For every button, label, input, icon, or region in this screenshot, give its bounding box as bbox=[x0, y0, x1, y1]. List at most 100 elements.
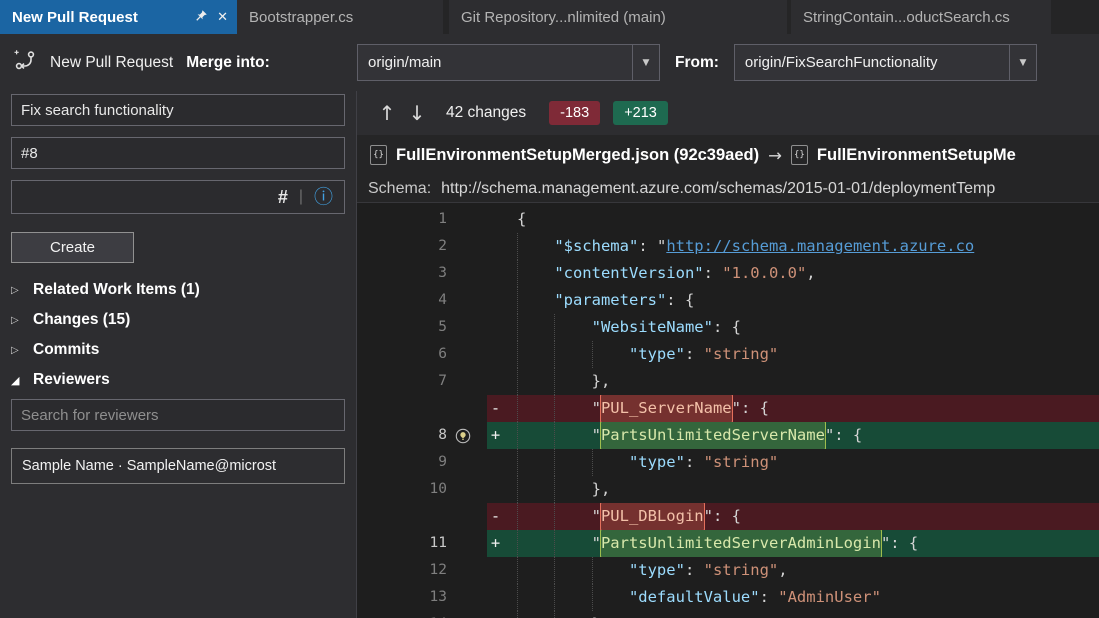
tab-label: Git Repository...nlimited (main) bbox=[461, 8, 666, 26]
line-body: "type": "string" bbox=[487, 449, 1099, 476]
indent-guide bbox=[517, 530, 554, 557]
line-content: "WebsiteName": { bbox=[517, 314, 741, 341]
line-number: 13 bbox=[429, 589, 447, 605]
token-key: "defaultValue" bbox=[628, 588, 760, 606]
indent-guide bbox=[517, 422, 554, 449]
info-icon[interactable]: ⓘ bbox=[314, 187, 333, 207]
indent-guide bbox=[517, 611, 554, 618]
line-body: "contentVersion": "1.0.0.0", bbox=[487, 260, 1099, 287]
line-body: + " PartsUnlimitedServerName ": { bbox=[487, 422, 1099, 449]
pr-title-input[interactable] bbox=[11, 94, 345, 126]
pull-request-header-row: New Pull Request Merge into: origin/main… bbox=[0, 34, 1099, 91]
line-body: "$schema": " http://schema.management.azu… bbox=[487, 233, 1099, 260]
reviewer-item[interactable]: Sample Name · SampleName@microst bbox=[11, 448, 345, 484]
lightbulb-icon[interactable] bbox=[447, 422, 487, 449]
token-str: "string" bbox=[703, 345, 779, 363]
token-hl-added: PartsUnlimitedServerAdminLogin bbox=[600, 530, 881, 557]
line-content: "type": "string" bbox=[517, 449, 778, 476]
bulb-slot bbox=[447, 233, 487, 260]
code-line: 11 + " PartsUnlimitedServerAdminLogin ": { bbox=[357, 530, 1099, 557]
line-body: }, bbox=[487, 476, 1099, 503]
token-punc: " bbox=[591, 399, 601, 417]
indent-guide bbox=[517, 341, 554, 368]
line-number: 5 bbox=[438, 319, 447, 335]
indent-guide bbox=[517, 368, 554, 395]
token-punc: : bbox=[759, 588, 779, 606]
tab-icons: ✕ bbox=[195, 9, 228, 26]
next-change-button[interactable]: ↓ bbox=[402, 101, 432, 125]
line-body: "defaultValue": "AdminUser" bbox=[487, 584, 1099, 611]
bulb-slot bbox=[447, 341, 487, 368]
code-line: - " PUL_DBLogin ": { bbox=[357, 503, 1099, 530]
line-number: 1 bbox=[438, 211, 447, 227]
line-number bbox=[357, 503, 447, 530]
line-body: { bbox=[487, 206, 1099, 233]
section-changes-15[interactable]: ▷ Changes (15) bbox=[11, 305, 345, 335]
line-number: 8 bbox=[438, 427, 447, 443]
pr-description-input[interactable] bbox=[11, 137, 345, 169]
token-punc: " bbox=[591, 534, 601, 552]
line-content: "$schema": " http://schema.management.azu… bbox=[517, 233, 974, 260]
create-button[interactable]: Create bbox=[11, 232, 134, 263]
pin-icon[interactable] bbox=[195, 9, 208, 26]
file-compare-header: {} FullEnvironmentSetupMerged.json (92c3… bbox=[357, 135, 1099, 175]
token-punc: : { bbox=[666, 291, 695, 309]
line-number: 6 bbox=[438, 346, 447, 362]
diff-marker bbox=[487, 260, 504, 287]
line-content: }, bbox=[517, 476, 610, 503]
source-branch-dropdown[interactable]: origin/FixSearchFunctionality ▼ bbox=[733, 44, 1037, 81]
new-pull-request-panel: # | ⓘ Create ▷ Related Work Items (1) ▷ Cha… bbox=[0, 91, 357, 618]
tab-string-contains[interactable]: StringContain...oductSearch.cs bbox=[791, 0, 1051, 34]
indent-guide bbox=[554, 476, 591, 503]
token-link[interactable]: http://schema.management.azure.co bbox=[666, 233, 974, 260]
section-related-work-items-1[interactable]: ▷ Related Work Items (1) bbox=[11, 275, 345, 305]
diff-marker bbox=[487, 449, 504, 476]
reviewer-name: Sample Name · SampleName@microst bbox=[22, 458, 277, 474]
code-line: 14}, bbox=[357, 611, 1099, 618]
token-str: "1.0.0.0" bbox=[722, 264, 807, 282]
section-reviewers[interactable]: ◢ Reviewers bbox=[11, 365, 345, 395]
indent-guide bbox=[554, 422, 591, 449]
bulb-slot bbox=[447, 287, 487, 314]
previous-change-button[interactable]: ↑ bbox=[372, 101, 402, 125]
indent-guide bbox=[517, 233, 554, 260]
indent-guide bbox=[554, 557, 591, 584]
line-content: }, bbox=[517, 611, 610, 618]
token-punc: : bbox=[703, 264, 723, 282]
chevron-collapsed-icon: ▷ bbox=[11, 344, 19, 356]
bulb-slot bbox=[447, 206, 487, 233]
diff-marker bbox=[487, 611, 504, 618]
indent-guide bbox=[517, 314, 554, 341]
reviewer-search-input[interactable] bbox=[11, 399, 345, 431]
tab-git-repository[interactable]: Git Repository...nlimited (main) bbox=[449, 0, 787, 34]
indent-guide bbox=[517, 584, 554, 611]
close-icon[interactable]: ✕ bbox=[217, 10, 228, 25]
section-commits[interactable]: ▷ Commits bbox=[11, 335, 345, 365]
line-number: 11 bbox=[429, 535, 447, 551]
diff-marker: + bbox=[490, 426, 501, 444]
chevron-down-icon: ▼ bbox=[1008, 45, 1036, 80]
arrow-right-icon: → bbox=[768, 145, 782, 165]
tab-new-pull-request[interactable]: New Pull Request ✕ bbox=[0, 0, 237, 34]
token-punc: : bbox=[684, 561, 704, 579]
line-body: + " PartsUnlimitedServerAdminLogin ": { bbox=[487, 530, 1099, 557]
token-punc: }, bbox=[591, 480, 611, 498]
pull-request-icon bbox=[13, 48, 37, 77]
indent-guide bbox=[517, 449, 554, 476]
indent-guide bbox=[591, 584, 629, 611]
diff-marker bbox=[487, 233, 504, 260]
line-body: }, bbox=[487, 368, 1099, 395]
diff-toolbar: ↑ ↓ 42 changes -183 +213 bbox=[357, 91, 1099, 135]
code-line: 12 "type": "string", bbox=[357, 557, 1099, 584]
tab-bootstrapper[interactable]: Bootstrapper.cs bbox=[237, 0, 443, 34]
code-line: 13 "defaultValue": "AdminUser" bbox=[357, 584, 1099, 611]
diff-editor[interactable]: 1{2 "$schema": " http://schema.management.… bbox=[357, 203, 1099, 618]
left-file-name: FullEnvironmentSetupMerged.json (92c39ae… bbox=[396, 145, 760, 164]
chevron-collapsed-icon: ▷ bbox=[11, 284, 19, 296]
target-branch-dropdown[interactable]: origin/main ▼ bbox=[357, 44, 660, 81]
indent-guide bbox=[591, 557, 629, 584]
tab-label: Bootstrapper.cs bbox=[249, 8, 354, 26]
bulb-slot bbox=[447, 584, 487, 611]
code-line: 8 + " PartsUnlimitedServerName ": { bbox=[357, 422, 1099, 449]
work-item-hash-icon[interactable]: # bbox=[278, 187, 288, 208]
